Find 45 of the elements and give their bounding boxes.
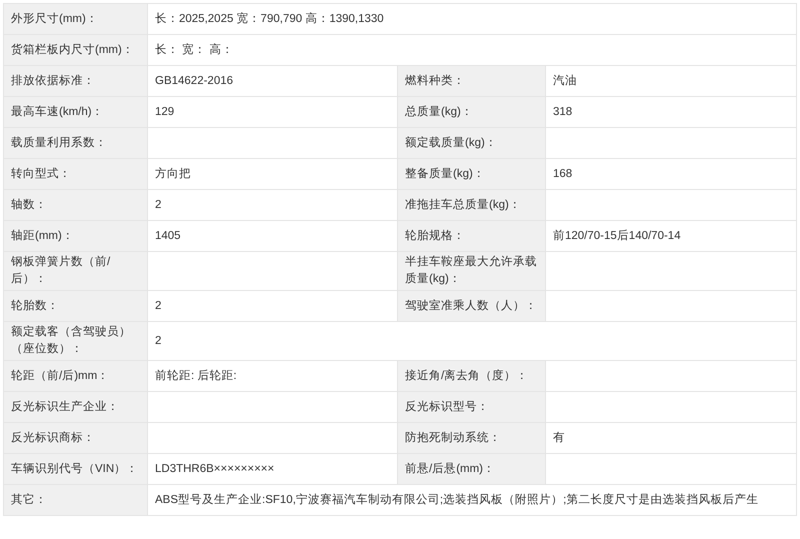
field-label: 前悬/后悬(mm)： bbox=[398, 454, 546, 484]
field-value: 129 bbox=[155, 106, 174, 118]
field-label: 轮胎数： bbox=[4, 290, 148, 322]
field-label: 最高车速(km/h)： bbox=[4, 96, 148, 128]
field-label: 轴数： bbox=[4, 190, 148, 220]
field-label: 接近角/离去角（度）： bbox=[398, 360, 546, 392]
field-label: 外形尺寸(mm)： bbox=[4, 4, 148, 34]
field-value: 2 bbox=[155, 300, 162, 312]
field-label: 货箱栏板内尺寸(mm)： bbox=[4, 34, 148, 66]
field-value: LD3THR6B××××××××× bbox=[155, 462, 274, 474]
field-label: 防抱死制动系统： bbox=[398, 422, 546, 454]
field-label: 轴距(mm)： bbox=[4, 220, 148, 252]
field-label: 额定载客（含驾驶员）（座位数）： bbox=[4, 322, 148, 360]
field-value: 318 bbox=[553, 106, 572, 118]
field-label: 准拖挂车总质量(kg)： bbox=[398, 190, 546, 220]
field-value: 2 bbox=[155, 198, 162, 210]
field-value: 前轮距: 后轮距: bbox=[155, 370, 237, 382]
field-label: 转向型式： bbox=[4, 158, 148, 190]
field-label: 车辆识别代号（VIN）： bbox=[4, 454, 148, 484]
field-value: 方向把 bbox=[155, 168, 191, 180]
field-label: 轮胎规格： bbox=[398, 220, 546, 252]
field-label: 额定载质量(kg)： bbox=[398, 128, 546, 158]
field-value: 有 bbox=[553, 432, 565, 444]
field-value: 汽油 bbox=[553, 74, 577, 86]
field-label: 反光标识商标： bbox=[4, 422, 148, 454]
field-value: 1405 bbox=[155, 230, 181, 242]
field-value: 长： 宽： 高： bbox=[155, 44, 234, 56]
field-label: 轮距（前/后)mm： bbox=[4, 360, 148, 392]
field-label: 驾驶室准乘人数（人）： bbox=[398, 290, 546, 322]
field-label: 整备质量(kg)： bbox=[398, 158, 546, 190]
field-label: 钢板弹簧片数（前/后）： bbox=[4, 252, 148, 290]
field-label: 载质量利用系数： bbox=[4, 128, 148, 158]
field-label: 反光标识型号： bbox=[398, 392, 546, 422]
field-value: 2 bbox=[155, 334, 162, 346]
field-label: 半挂车鞍座最大允许承载质量(kg)： bbox=[398, 252, 546, 290]
field-label: 排放依据标准： bbox=[4, 66, 148, 96]
field-value: 前120/70-15后140/70-14 bbox=[553, 230, 681, 242]
field-value: GB14622-2016 bbox=[155, 74, 234, 86]
field-label: 燃料种类： bbox=[398, 66, 546, 96]
field-value: ABS型号及生产企业:SF10,宁波赛福汽车制动有限公司;选装挡风板（附照片）;第二长度尺寸是由选装挡风板后产生 bbox=[155, 494, 758, 506]
field-value: 168 bbox=[553, 168, 572, 180]
field-label: 其它： bbox=[4, 484, 148, 516]
field-label: 总质量(kg)： bbox=[398, 96, 546, 128]
field-value: 长：2025,2025 宽：790,790 高：1390,1330 bbox=[155, 12, 384, 24]
field-label: 反光标识生产企业： bbox=[4, 392, 148, 422]
